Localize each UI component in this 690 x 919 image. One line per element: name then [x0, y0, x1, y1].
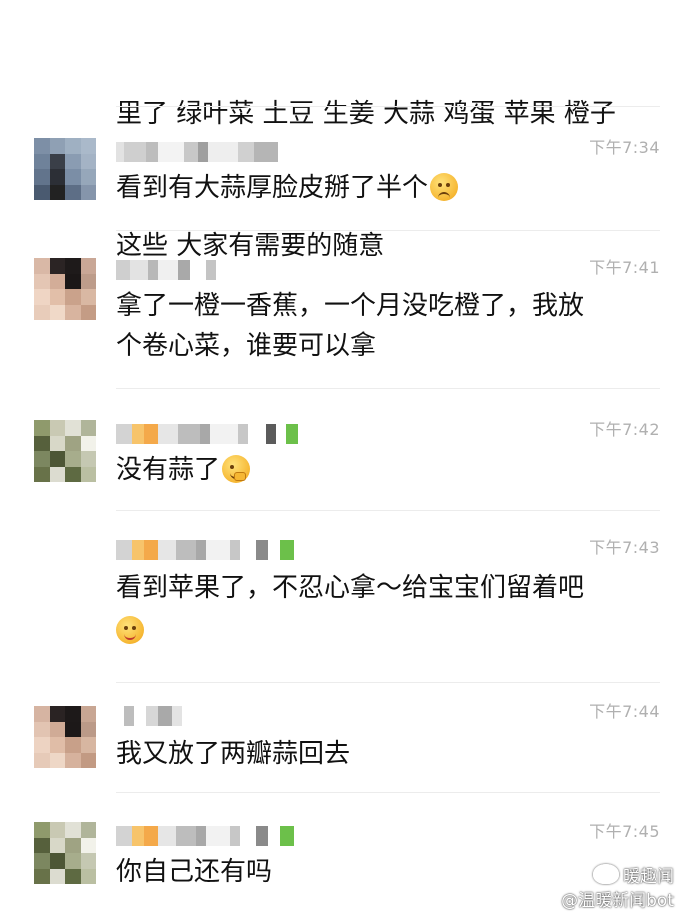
chat-log: 里了 绿叶菜 土豆 生姜 大蒜 鸡蛋 苹果 橙子 这些 大家有需要的随意 下午7… [0, 0, 690, 919]
avatar[interactable] [34, 822, 96, 884]
message-body: 看到有大蒜厚脸皮掰了半个 [116, 173, 429, 203]
message-body: 没有蒜了 [116, 455, 221, 485]
sender-name-blurred [116, 424, 298, 444]
divider [116, 682, 660, 683]
weibo-logo-icon [593, 864, 619, 884]
watermark: 暖趣闻 @温暖新闻bot [561, 864, 674, 913]
hand-over-mouth-emoji-icon [222, 455, 251, 483]
sender-name-blurred [116, 826, 294, 846]
message-time: 下午7:45 [589, 822, 660, 841]
divider [116, 230, 660, 231]
avatar[interactable] [34, 258, 96, 320]
message-text: 没有蒜了 [116, 450, 656, 490]
divider [116, 792, 660, 793]
message-text: 看到有大蒜厚脸皮掰了半个 [116, 168, 656, 208]
message-text: 我又放了两瓣蒜回去 [116, 739, 351, 769]
avatar[interactable] [34, 138, 96, 200]
sender-name-blurred [116, 260, 216, 280]
message-text: 拿了一橙一香蕉，一个月没吃橙了，我放 个卷心菜，谁要可以拿 [116, 291, 585, 361]
avatar[interactable] [34, 706, 96, 768]
message-time: 下午7:42 [589, 420, 660, 439]
divider [116, 510, 660, 511]
sender-name-blurred [116, 142, 278, 162]
watermark-handle: @温暖新闻bot [561, 891, 674, 911]
divider [116, 388, 660, 389]
divider [116, 106, 660, 107]
smiling-face-emoji-icon [116, 616, 144, 644]
message-text: 看到苹果了，不忍心拿～给宝宝们留着吧 [116, 568, 656, 648]
facepalm-emoji-icon [430, 173, 459, 201]
sender-name-blurred [116, 706, 182, 726]
message-time: 下午7:44 [589, 702, 660, 721]
watermark-title: 暖趣闻 [623, 867, 674, 887]
avatar[interactable] [34, 420, 96, 482]
message-body: 看到苹果了，不忍心拿～给宝宝们留着吧 [116, 573, 585, 603]
message-time: 下午7:34 [589, 138, 660, 157]
message-time: 下午7:43 [589, 538, 660, 557]
message-time: 下午7:41 [589, 258, 660, 277]
sender-name-blurred [116, 540, 294, 560]
message-line: 里了 绿叶菜 土豆 生姜 大蒜 鸡蛋 苹果 橙子 [116, 99, 616, 129]
